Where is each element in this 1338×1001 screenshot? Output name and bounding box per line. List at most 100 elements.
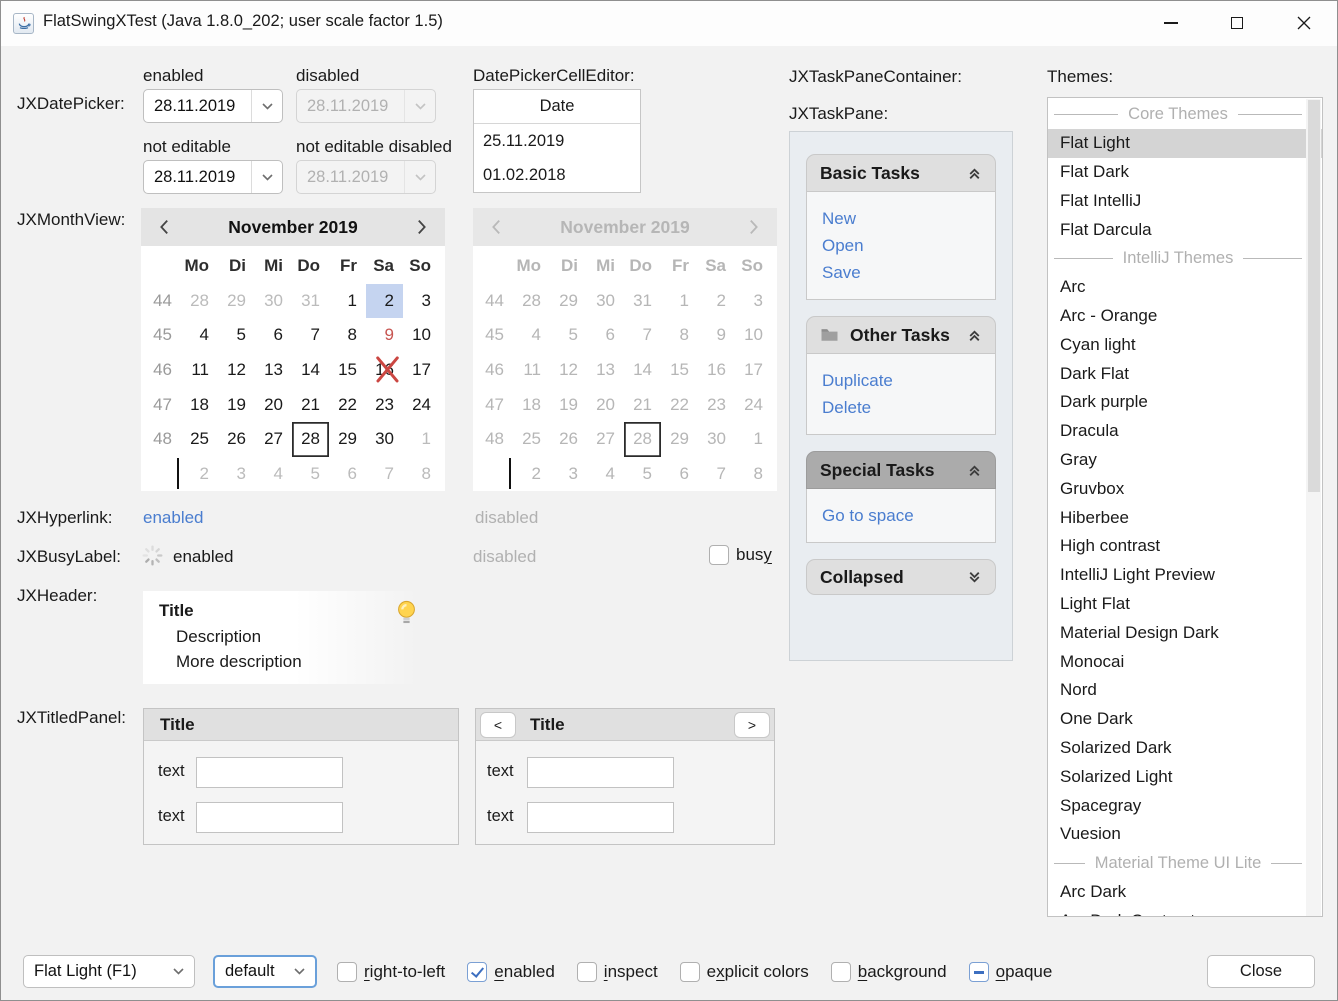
task-link-save[interactable]: Save — [822, 259, 980, 286]
date-value[interactable]: 28.11.2019 — [144, 97, 251, 116]
day-cell[interactable]: 27 — [255, 422, 292, 457]
prev-month-icon[interactable] — [155, 219, 173, 235]
day-cell[interactable]: 6 — [329, 457, 366, 492]
hyperlink-enabled[interactable]: enabled — [143, 508, 204, 528]
theme-item-arc[interactable]: Arc — [1048, 273, 1322, 302]
scrollbar-thumb[interactable] — [1308, 100, 1320, 492]
themes-scrollbar[interactable] — [1306, 99, 1321, 917]
day-cell[interactable]: 14 — [292, 353, 329, 388]
day-cell[interactable]: 8 — [329, 318, 366, 353]
day-cell[interactable]: 7 — [366, 457, 403, 492]
day-cell[interactable]: 4 — [255, 457, 292, 492]
day-cell[interactable]: 23 — [366, 387, 403, 422]
task-link-new[interactable]: New — [822, 205, 980, 232]
busy-checkbox[interactable]: busy — [709, 545, 772, 565]
theme-item-material-design-dark[interactable]: Material Design Dark — [1048, 618, 1322, 647]
theme-item-flat-dark[interactable]: Flat Dark — [1048, 158, 1322, 187]
theme-item-spacegray[interactable]: Spacegray — [1048, 791, 1322, 820]
theme-item-dark-purple[interactable]: Dark purple — [1048, 388, 1322, 417]
theme-item-arc-dark-contrast[interactable]: Arc Dark Contrast — [1048, 906, 1322, 917]
theme-item-light-flat[interactable]: Light Flat — [1048, 590, 1322, 619]
theme-item-dark-flat[interactable]: Dark Flat — [1048, 359, 1322, 388]
day-cell[interactable]: 11 — [181, 353, 218, 388]
maximize-button[interactable] — [1214, 1, 1260, 45]
day-cell[interactable]: 9 — [366, 318, 403, 353]
checkbox-inspect[interactable]: inspect — [577, 962, 658, 982]
day-cell[interactable]: 7 — [292, 318, 329, 353]
chevron-double-down-icon[interactable] — [967, 570, 982, 585]
chevron-double-up-icon[interactable] — [967, 463, 982, 478]
day-cell[interactable]: 30 — [366, 422, 403, 457]
datepicker-not-editable[interactable]: 28.11.2019 — [143, 160, 283, 194]
checkbox-opaque[interactable]: opaque — [969, 962, 1053, 982]
task-pane-header[interactable]: Basic Tasks — [806, 154, 996, 192]
day-cell[interactable]: 6 — [255, 318, 292, 353]
task-link-delete[interactable]: Delete — [822, 394, 980, 421]
close-button[interactable]: Close — [1207, 955, 1315, 988]
task-link-open[interactable]: Open — [822, 232, 980, 259]
theme-item-one-dark[interactable]: One Dark — [1048, 705, 1322, 734]
day-cell[interactable]: 5 — [292, 457, 329, 492]
day-cell[interactable]: 28 — [292, 422, 329, 457]
day-cell[interactable]: 19 — [218, 387, 255, 422]
chevron-down-icon[interactable] — [251, 161, 282, 193]
prev-button[interactable]: < — [480, 712, 516, 738]
task-link-duplicate[interactable]: Duplicate — [822, 367, 980, 394]
day-cell[interactable]: 22 — [329, 387, 366, 422]
theme-item-flat-darcula[interactable]: Flat Darcula — [1048, 215, 1322, 244]
day-cell[interactable]: 29 — [218, 284, 255, 319]
task-pane-header[interactable]: Collapsed — [806, 559, 996, 595]
close-window-button[interactable] — [1281, 1, 1327, 45]
datepicker-enabled[interactable]: 28.11.2019 — [143, 89, 283, 123]
chevron-double-up-icon[interactable] — [967, 328, 982, 343]
next-button[interactable]: > — [734, 712, 770, 738]
theme-item-monocai[interactable]: Monocai — [1048, 647, 1322, 676]
text-field[interactable] — [527, 757, 674, 788]
theme-item-arc-dark[interactable]: Arc Dark — [1048, 878, 1322, 907]
day-cell[interactable]: 30 — [255, 284, 292, 319]
day-cell[interactable]: 3 — [403, 284, 440, 319]
table-row[interactable]: 01.02.2018 — [474, 158, 640, 192]
theme-item-vuesion[interactable]: Vuesion — [1048, 820, 1322, 849]
date-value[interactable]: 28.11.2019 — [144, 168, 251, 187]
theme-item-solarized-light[interactable]: Solarized Light — [1048, 762, 1322, 791]
theme-item-flat-light[interactable]: Flat Light — [1048, 129, 1322, 158]
theme-item-hiberbee[interactable]: Hiberbee — [1048, 503, 1322, 532]
text-field[interactable] — [196, 802, 343, 833]
day-cell[interactable]: 16 — [366, 353, 403, 388]
day-cell[interactable]: 18 — [181, 387, 218, 422]
day-cell[interactable]: 4 — [181, 318, 218, 353]
theme-item-nord[interactable]: Nord — [1048, 676, 1322, 705]
theme-item-cyan-light[interactable]: Cyan light — [1048, 330, 1322, 359]
next-month-icon[interactable] — [413, 219, 431, 235]
option-combobox[interactable]: default — [213, 955, 317, 988]
chevron-double-up-icon[interactable] — [967, 166, 982, 181]
checkbox-right-to-left[interactable]: right-to-left — [337, 962, 445, 982]
theme-combobox[interactable]: Flat Light (F1) — [23, 955, 195, 988]
theme-item-flat-intellij[interactable]: Flat IntelliJ — [1048, 186, 1322, 215]
day-cell[interactable]: 20 — [255, 387, 292, 422]
day-cell[interactable]: 29 — [329, 422, 366, 457]
theme-item-intellij-light-preview[interactable]: IntelliJ Light Preview — [1048, 561, 1322, 590]
theme-item-gruvbox[interactable]: Gruvbox — [1048, 474, 1322, 503]
day-cell[interactable]: 28 — [181, 284, 218, 319]
day-cell[interactable]: 8 — [403, 457, 440, 492]
theme-item-gray[interactable]: Gray — [1048, 446, 1322, 475]
text-field[interactable] — [196, 757, 343, 788]
day-cell[interactable]: 15 — [329, 353, 366, 388]
day-cell[interactable]: 21 — [292, 387, 329, 422]
day-cell[interactable]: 17 — [403, 353, 440, 388]
day-cell[interactable]: 2 — [181, 457, 218, 492]
day-cell[interactable]: 2 — [366, 284, 403, 319]
task-pane-header[interactable]: Other Tasks — [806, 316, 996, 354]
checkbox-background[interactable]: background — [831, 962, 947, 982]
day-cell[interactable]: 10 — [403, 318, 440, 353]
checkbox-explicit-colors[interactable]: explicit colors — [680, 962, 809, 982]
day-cell[interactable]: 1 — [329, 284, 366, 319]
day-cell[interactable]: 25 — [181, 422, 218, 457]
minimize-button[interactable] — [1148, 1, 1194, 45]
day-cell[interactable]: 31 — [292, 284, 329, 319]
task-pane-header[interactable]: Special Tasks — [806, 451, 996, 489]
day-cell[interactable]: 26 — [218, 422, 255, 457]
chevron-down-icon[interactable] — [251, 90, 282, 122]
